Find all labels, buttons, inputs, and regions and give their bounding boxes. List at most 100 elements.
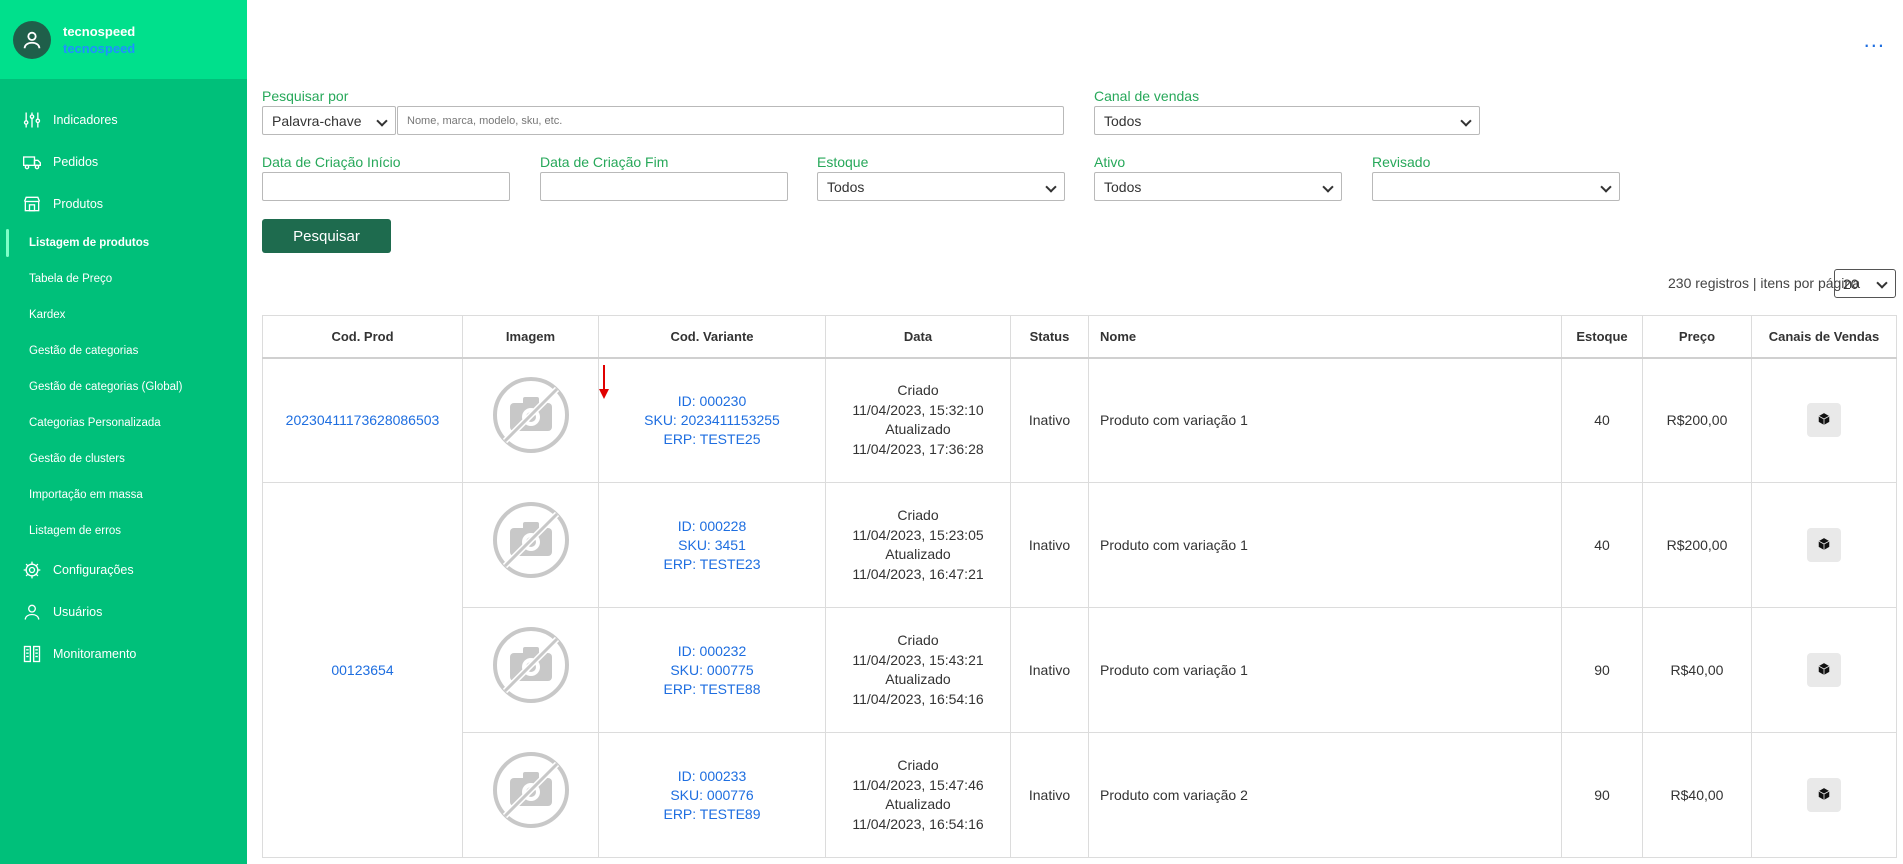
no-photo-icon	[491, 750, 571, 841]
reviewed-select[interactable]	[1372, 172, 1620, 201]
created-start-field[interactable]	[262, 172, 510, 201]
cod-prod-link[interactable]: 20230411173628086503	[286, 412, 440, 428]
records-count: 230 registros | itens por página	[1668, 275, 1860, 291]
status-cell: Inativo	[1010, 357, 1089, 483]
channels-button[interactable]	[1807, 528, 1841, 562]
sidebar-item-configuracoes[interactable]: Configurações	[0, 549, 247, 591]
table-row: 20230411173628086503 ID: 000230 SKU: 20234…	[262, 357, 1897, 483]
variant-id[interactable]: ID: 000230	[599, 392, 825, 411]
channels-cell	[1751, 482, 1897, 608]
sidebar-item-produtos[interactable]: Produtos	[0, 183, 247, 225]
stock-select[interactable]: Todos	[817, 172, 1065, 201]
variant-sku[interactable]: SKU: 000775	[599, 661, 825, 680]
sidebar-subitem-tabela-preco[interactable]: Tabela de Preço	[0, 261, 247, 297]
channels-cell	[1751, 357, 1897, 483]
updated-date: 11/04/2023, 16:54:16	[852, 690, 984, 707]
brand-name: tecnospeed	[63, 23, 136, 39]
variant-erp[interactable]: ERP: TESTE89	[599, 805, 825, 824]
name-cell: Produto com variação 2	[1088, 732, 1562, 858]
variant-erp[interactable]: ERP: TESTE88	[599, 680, 825, 699]
no-photo-icon	[491, 625, 571, 716]
variant-sku[interactable]: SKU: 3451	[599, 536, 825, 555]
search-button[interactable]: Pesquisar	[262, 219, 391, 253]
active-value: Todos	[1104, 178, 1142, 195]
col-header: Imagem	[462, 315, 599, 359]
sidebar-subitem-listagem-erros[interactable]: Listagem de erros	[0, 513, 247, 549]
sidebar-header: tecnospeed tecnospeed	[0, 0, 247, 79]
sidebar-item-monitoramento[interactable]: Monitoramento	[0, 633, 247, 675]
active-select[interactable]: Todos	[1094, 172, 1342, 201]
image-cell	[462, 607, 599, 733]
channels-button[interactable]	[1807, 778, 1841, 812]
variant-id[interactable]: ID: 000232	[599, 642, 825, 661]
created-date: 11/04/2023, 15:47:46	[852, 776, 984, 793]
variant-sku[interactable]: SKU: 000776	[599, 786, 825, 805]
stock-value: Todos	[827, 178, 865, 195]
search-input[interactable]: Nome, marca, modelo, sku, etc.	[397, 106, 1064, 135]
sidebar-item-pedidos[interactable]: Pedidos	[0, 141, 247, 183]
variant-cell: ID: 000230 SKU: 2023411153255 ERP: TESTE25	[598, 357, 826, 483]
sidebar-subitem-gestao-categorias-global[interactable]: Gestão de categorias (Global)	[0, 369, 247, 405]
sidebar-subitem-gestao-clusters[interactable]: Gestão de clusters	[0, 441, 247, 477]
variant-sku[interactable]: SKU: 2023411153255	[599, 411, 825, 430]
table-row: ID: 000232 SKU: 000775 ERP: TESTE88 Criado 1…	[263, 607, 1897, 733]
more-options-button[interactable]: ...	[1864, 29, 1885, 51]
active-label: Ativo	[1094, 154, 1126, 170]
price-cell: R$40,00	[1642, 732, 1752, 858]
cod-prod-cell: 00123654	[262, 482, 463, 858]
col-header[interactable]: Preço	[1642, 315, 1752, 359]
updated-label: Atualizado	[885, 796, 951, 812]
channels-cell	[1751, 607, 1897, 733]
variant-id[interactable]: ID: 000228	[599, 517, 825, 536]
cod-prod-cell: 20230411173628086503	[262, 357, 463, 483]
sidebar-item-usuarios[interactable]: Usuários	[0, 591, 247, 633]
variant-erp[interactable]: ERP: TESTE23	[599, 555, 825, 574]
box-icon	[1817, 662, 1831, 679]
channels-button[interactable]	[1807, 653, 1841, 687]
sidebar-item-label: Indicadores	[53, 113, 118, 127]
col-header[interactable]: Nome	[1088, 315, 1562, 359]
created-end-field[interactable]	[540, 172, 788, 201]
col-header[interactable]: Status	[1010, 315, 1089, 359]
sidebar-subitem-kardex[interactable]: Kardex	[0, 297, 247, 333]
sidebar-subitem-gestao-categorias[interactable]: Gestão de categorias	[0, 333, 247, 369]
stock-label: Estoque	[817, 154, 869, 170]
col-header[interactable]: Data	[825, 315, 1011, 359]
col-header[interactable]: Cod. Variante	[598, 315, 826, 359]
avatar[interactable]	[13, 20, 51, 59]
col-header[interactable]: Cod. Prod	[262, 315, 463, 359]
status-cell: Inativo	[1010, 482, 1089, 608]
channel-label: Canal de vendas	[1094, 88, 1200, 104]
brand-company: tecnospeed	[63, 40, 136, 56]
search-by-select[interactable]: Palavra-chave	[262, 106, 396, 135]
red-arrow-annotation	[599, 365, 609, 399]
sidebar-subitem-importacao-massa[interactable]: Importação em massa	[0, 477, 247, 513]
sidebar-item-label: Monitoramento	[53, 647, 137, 661]
no-photo-icon	[491, 500, 571, 591]
per-page-select[interactable]: 20	[1834, 269, 1896, 298]
user-icon	[23, 31, 41, 48]
box-icon	[1817, 537, 1831, 554]
sidebar-item-indicadores[interactable]: Indicadores	[0, 99, 247, 141]
updated-date: 11/04/2023, 16:47:21	[852, 565, 984, 582]
sidebar-subitem-listagem-produtos[interactable]: Listagem de produtos	[0, 225, 247, 261]
variant-id[interactable]: ID: 000233	[599, 767, 825, 786]
box-icon	[1817, 412, 1831, 429]
user-icon	[21, 601, 43, 623]
channel-select[interactable]: Todos	[1094, 106, 1480, 135]
table-row: 00123654 ID: 000228 SKU: 3451 ERP: TESTE23 C…	[262, 482, 1897, 858]
image-cell	[462, 482, 599, 608]
date-cell: Criado 11/04/2023, 15:23:05 Atualizado 11/0…	[825, 482, 1011, 608]
reviewed-label: Revisado	[1372, 154, 1431, 170]
col-header[interactable]: Estoque	[1561, 315, 1643, 359]
variant-cell: ID: 000232 SKU: 000775 ERP: TESTE88	[598, 607, 826, 733]
variant-erp[interactable]: ERP: TESTE25	[599, 430, 825, 449]
name-cell: Produto com variação 1	[1088, 357, 1562, 483]
table-body: 20230411173628086503 ID: 000230 SKU: 20234…	[262, 357, 1897, 858]
updated-date: 11/04/2023, 17:36:28	[852, 440, 984, 457]
price-cell: R$200,00	[1642, 357, 1752, 483]
channels-button[interactable]	[1807, 403, 1841, 438]
cod-prod-link[interactable]: 00123654	[331, 662, 393, 678]
date-cell: Criado 11/04/2023, 15:43:21 Atualizado 11/0…	[825, 607, 1011, 733]
sidebar-subitem-categorias-personalizada[interactable]: Categorias Personalizada	[0, 405, 247, 441]
